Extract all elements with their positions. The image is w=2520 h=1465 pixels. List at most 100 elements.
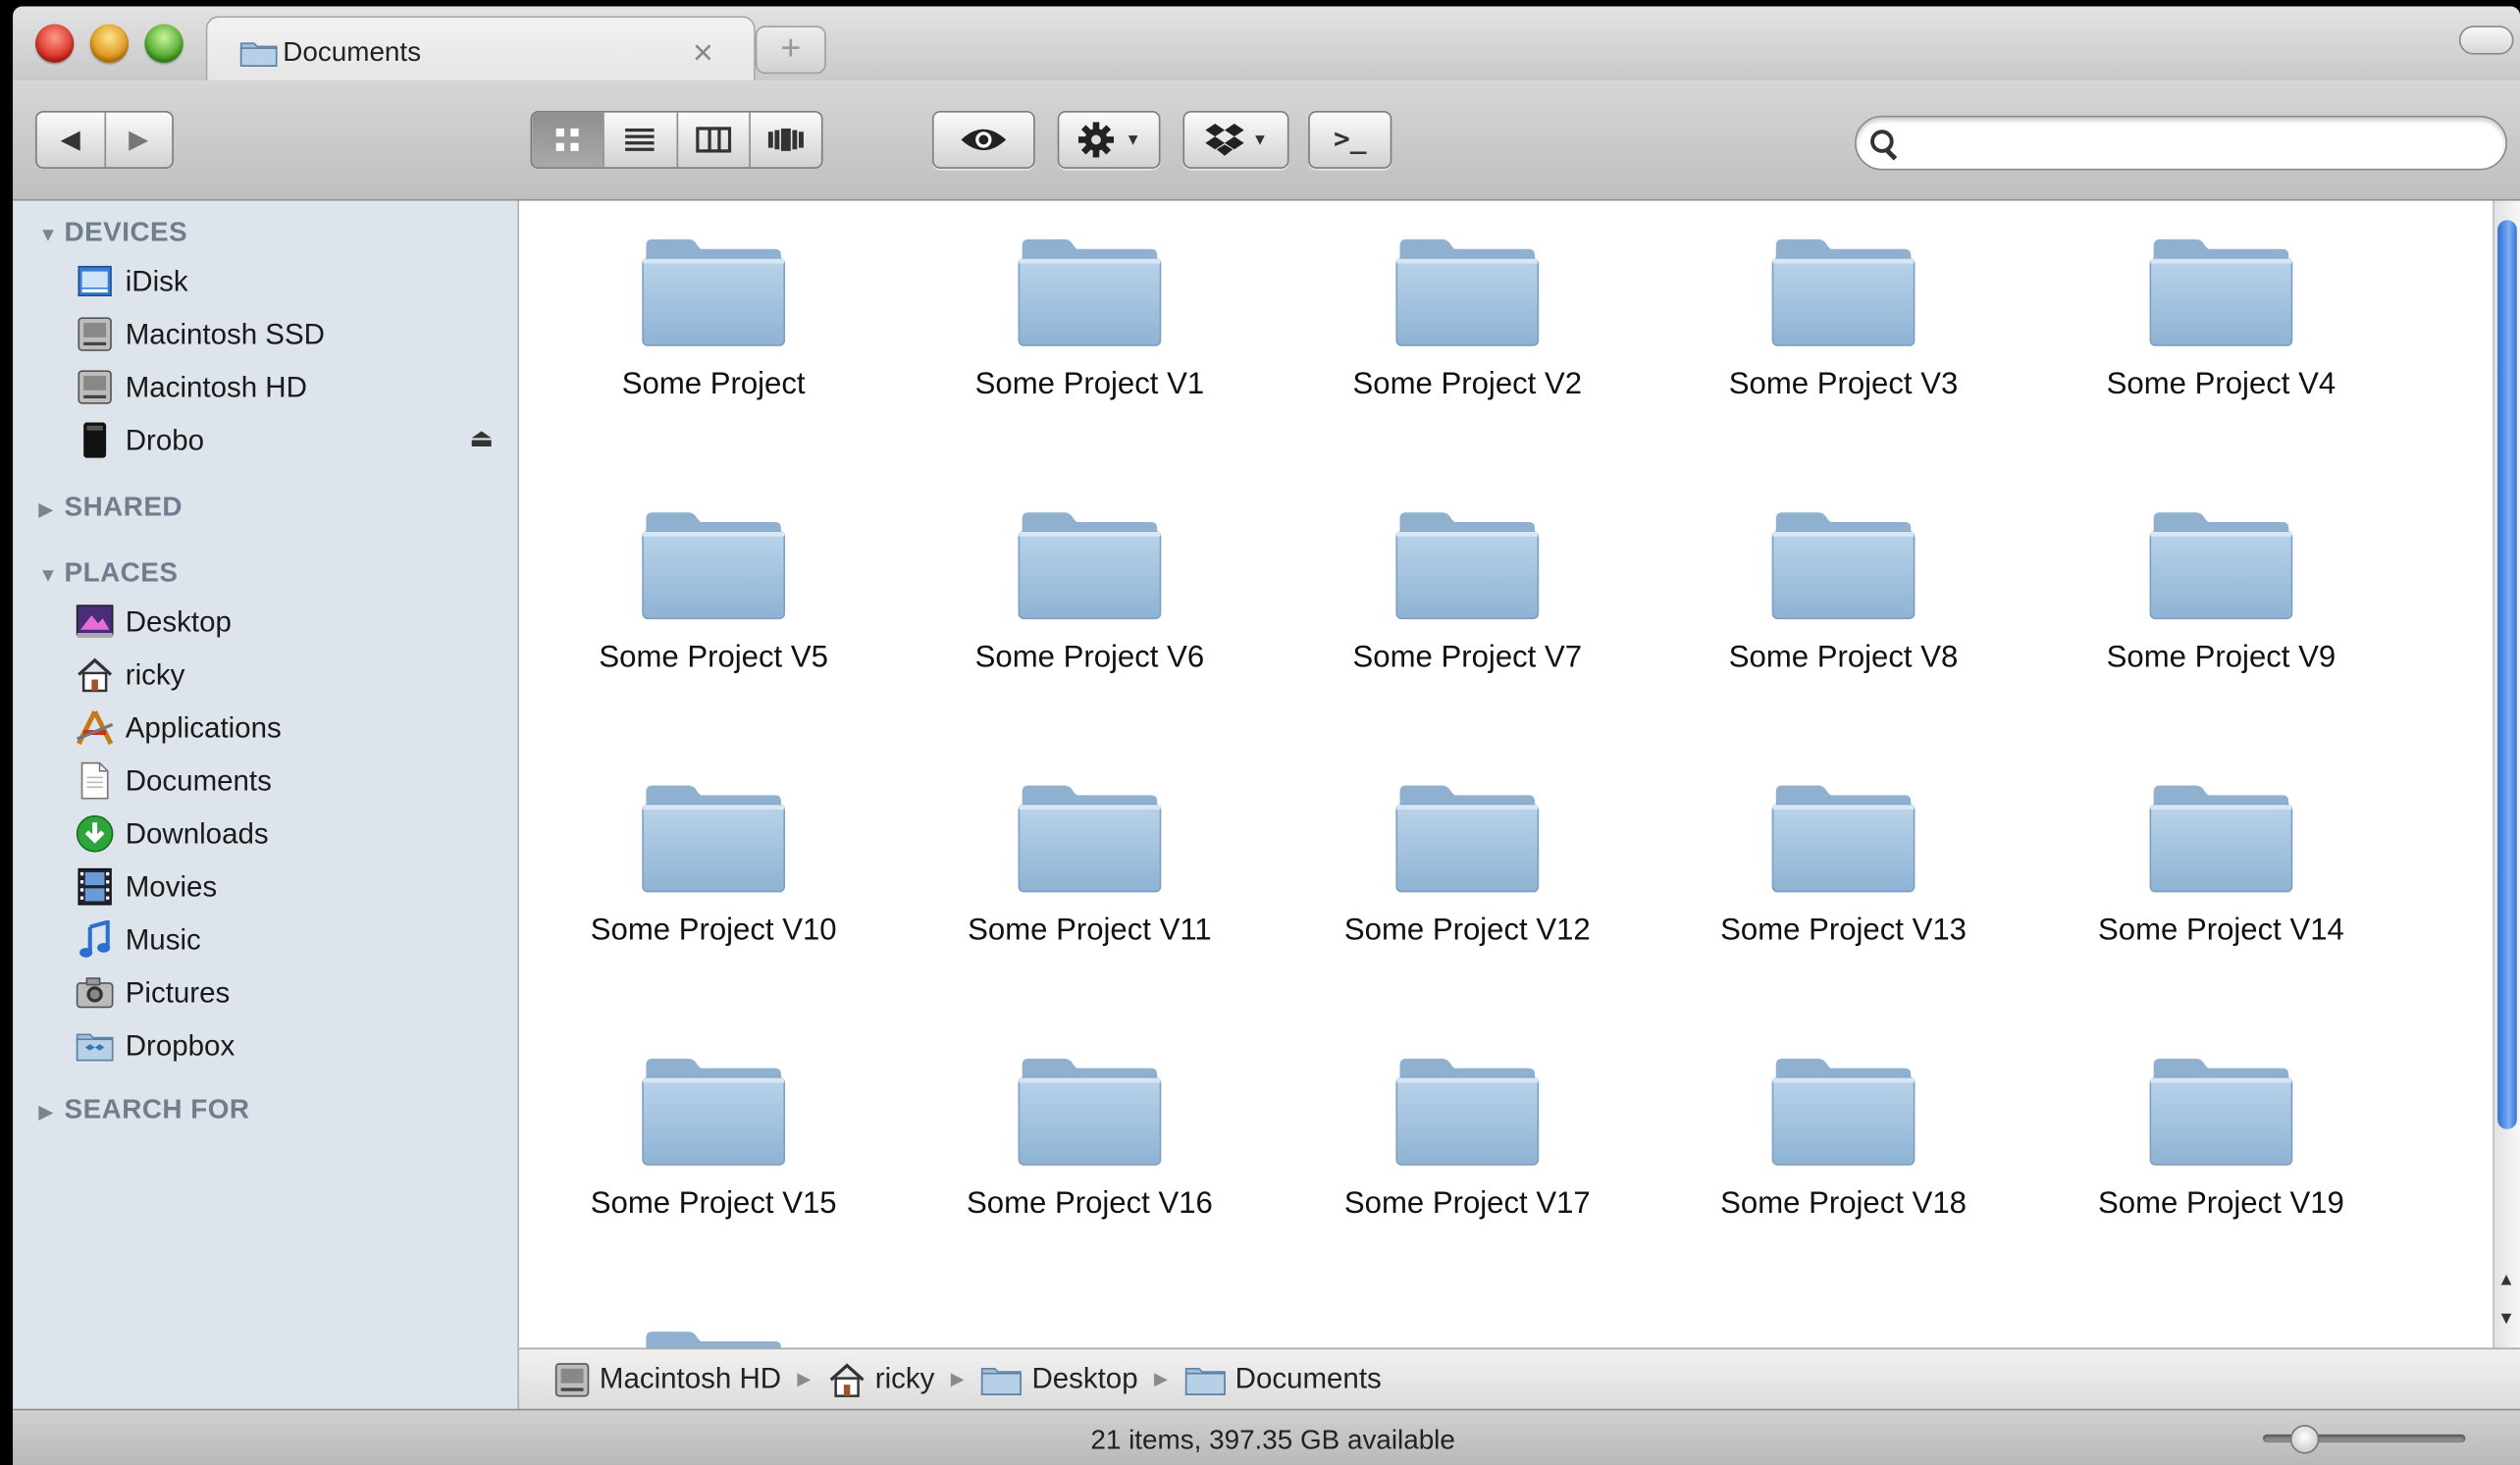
- folder-item[interactable]: Some Project V16: [905, 1056, 1275, 1223]
- folder-label: Some Project V7: [1352, 641, 1583, 675]
- disclosure-open-icon: ▼: [38, 563, 59, 587]
- folder-item[interactable]: Some Project V8: [1658, 509, 2028, 676]
- folder-item[interactable]: Some Project: [529, 236, 899, 403]
- folder-item[interactable]: Some Project V6: [905, 509, 1275, 676]
- folder-icon: [1658, 236, 2028, 349]
- folder-icon: [2036, 509, 2406, 622]
- eject-icon[interactable]: ⏏: [469, 423, 494, 455]
- gear-icon: [1078, 122, 1115, 158]
- folder-icon: [529, 509, 899, 622]
- movies-icon: [74, 865, 116, 908]
- sidebar-section-places[interactable]: ▼ PLACES: [38, 557, 178, 590]
- search-input[interactable]: [1914, 125, 2484, 161]
- sidebar-item-pictures[interactable]: Pictures: [74, 968, 507, 1017]
- folder-icon: [905, 1056, 1275, 1169]
- finder-window: Documents × + ◀ ▶ ▼ ▼ >_ ▼ DEVICES iDisk…: [13, 6, 2520, 1465]
- sidebar-item-applications[interactable]: Applications: [74, 704, 507, 752]
- sidebar-item-idisk[interactable]: iDisk: [74, 257, 507, 305]
- path-item-documents[interactable]: Documents: [1183, 1362, 1382, 1395]
- icon-view-button[interactable]: [532, 112, 605, 168]
- sidebar-item-music[interactable]: Music: [74, 916, 507, 964]
- folder-icon: [1658, 782, 2028, 895]
- folder-item[interactable]: Some Project V18: [1658, 1056, 2028, 1223]
- scrollbar-thumb[interactable]: [2497, 220, 2517, 1129]
- dropbox-menu-button[interactable]: ▼: [1182, 110, 1289, 169]
- sidebar-item-documents[interactable]: Documents: [74, 757, 507, 805]
- column-view-icon: [695, 127, 731, 153]
- back-forward-control: ◀ ▶: [35, 110, 174, 169]
- quick-look-button[interactable]: [931, 110, 1035, 169]
- sidebar-section-shared[interactable]: ▶ SHARED: [38, 492, 183, 524]
- folder-item[interactable]: Some Project V19: [2036, 1056, 2406, 1223]
- folder-item[interactable]: [529, 1329, 899, 1348]
- folder-icon: [2036, 1056, 2406, 1169]
- action-menu-button[interactable]: ▼: [1057, 110, 1161, 169]
- folder-item[interactable]: Some Project V14: [2036, 782, 2406, 949]
- close-window-button[interactable]: [35, 24, 75, 63]
- eye-icon: [961, 129, 1007, 151]
- toolbar-toggle-button[interactable]: [2458, 26, 2514, 55]
- forward-button[interactable]: ▶: [105, 113, 172, 168]
- drobo-icon: [74, 419, 116, 461]
- path-item-macintosh-hd[interactable]: Macintosh HD: [554, 1360, 781, 1398]
- folder-item[interactable]: Some Project V9: [2036, 509, 2406, 676]
- sidebar-item-drobo[interactable]: Drobo: [74, 416, 507, 464]
- folder-label: Some Project V17: [1343, 1186, 1591, 1222]
- sidebar-section-devices[interactable]: ▼ DEVICES: [38, 217, 187, 249]
- dropbox-icon: [1205, 124, 1244, 156]
- new-tab-button[interactable]: +: [755, 26, 826, 75]
- folder-item[interactable]: Some Project V17: [1283, 1056, 1653, 1223]
- folder-icon: [2036, 236, 2406, 349]
- folder-label: Some Project V1: [974, 367, 1205, 402]
- scroll-up-icon[interactable]: ▲: [2497, 1271, 2515, 1290]
- folder-item[interactable]: Some Project V4: [2036, 236, 2406, 403]
- path-item-desktop[interactable]: Desktop: [980, 1362, 1138, 1395]
- sidebar-item-macintosh-hd[interactable]: Macintosh HD: [74, 363, 507, 411]
- folder-item[interactable]: Some Project V10: [529, 782, 899, 949]
- sidebar-item-dropbox[interactable]: Dropbox: [74, 1021, 507, 1070]
- tab-close-icon[interactable]: ×: [693, 32, 713, 75]
- folder-icon: [1283, 1056, 1653, 1169]
- sidebar-item-desktop[interactable]: Desktop: [74, 598, 507, 646]
- folder-item[interactable]: Some Project V3: [1658, 236, 2028, 403]
- scroll-down-icon[interactable]: ▼: [2497, 1309, 2515, 1329]
- icon-size-slider[interactable]: [2263, 1425, 2466, 1454]
- folder-icon: [529, 1329, 899, 1348]
- path-item-ricky[interactable]: ricky: [827, 1361, 934, 1397]
- folder-icon: [1658, 509, 2028, 622]
- folder-item[interactable]: Some Project V7: [1283, 509, 1653, 676]
- list-view-button[interactable]: [604, 112, 678, 168]
- zoom-window-button[interactable]: [144, 24, 184, 63]
- folder-icon: [905, 782, 1275, 895]
- minimize-window-button[interactable]: [89, 24, 130, 63]
- terminal-icon: >_: [1333, 124, 1367, 156]
- sidebar-item-downloads[interactable]: Downloads: [74, 810, 507, 858]
- folder-item[interactable]: Some Project V12: [1283, 782, 1653, 949]
- sidebar-section-search-for[interactable]: ▶ SEARCH FOR: [38, 1094, 249, 1126]
- back-button[interactable]: ◀: [37, 112, 106, 168]
- path-separator-icon: ▶: [797, 1370, 812, 1390]
- terminal-button[interactable]: >_: [1308, 110, 1392, 169]
- column-view-button[interactable]: [677, 112, 751, 168]
- sidebar: ▼ DEVICES iDisk Macintosh SSD Macintosh H…: [13, 200, 520, 1411]
- toolbar: ◀ ▶ ▼ ▼ >_: [13, 79, 2520, 201]
- home-icon: [827, 1361, 866, 1397]
- folder-icon: [1283, 782, 1653, 895]
- folder-item[interactable]: Some Project V13: [1658, 782, 2028, 949]
- sidebar-item-macintosh-ssd[interactable]: Macintosh SSD: [74, 310, 507, 358]
- folder-item[interactable]: Some Project V1: [905, 236, 1275, 403]
- vertical-scrollbar[interactable]: ▲ ▼: [2493, 200, 2520, 1348]
- sidebar-item-ricky[interactable]: ricky: [74, 651, 507, 699]
- folder-label: Some Project V8: [1728, 641, 1959, 675]
- folder-item[interactable]: Some Project V15: [529, 1056, 899, 1223]
- pictures-icon: [74, 971, 116, 1014]
- sidebar-item-movies[interactable]: Movies: [74, 863, 507, 911]
- tab-documents[interactable]: Documents ×: [205, 16, 756, 85]
- cover-flow-button[interactable]: [750, 113, 820, 168]
- folder-item[interactable]: Some Project V2: [1283, 236, 1653, 403]
- folder-item[interactable]: Some Project V5: [529, 509, 899, 676]
- folder-item[interactable]: Some Project V11: [905, 782, 1275, 949]
- slider-knob[interactable]: [2289, 1425, 2320, 1454]
- search-field[interactable]: [1855, 115, 2507, 171]
- folder-icon: [1183, 1363, 1226, 1395]
